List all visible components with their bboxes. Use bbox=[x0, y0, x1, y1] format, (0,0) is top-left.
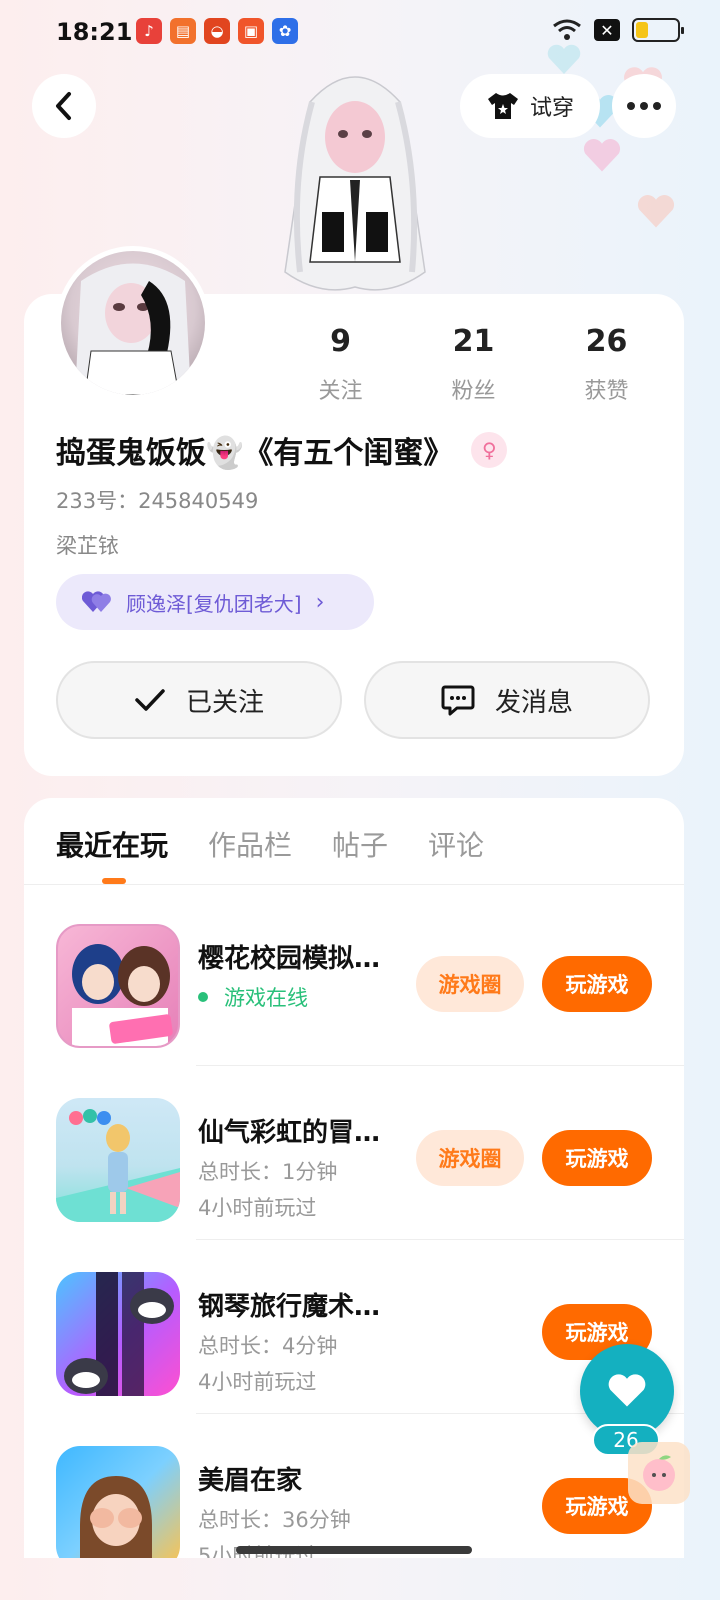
piano-music-game-icon bbox=[56, 1272, 180, 1396]
stat-value: 21 bbox=[452, 324, 495, 359]
tab-works[interactable]: 作品栏 bbox=[208, 824, 292, 864]
tshirt-icon bbox=[487, 93, 518, 119]
tab-divider bbox=[24, 884, 684, 885]
online-dot-icon bbox=[198, 992, 208, 1002]
more-options-button[interactable] bbox=[612, 74, 676, 138]
video-app-icon: ▣ bbox=[238, 18, 264, 44]
game-duration: 总时长：36分钟 bbox=[198, 1508, 351, 1532]
profile-stats: 9 关注 21 粉丝 26 获赞 bbox=[274, 324, 674, 405]
tab-posts[interactable]: 帖子 bbox=[332, 824, 388, 864]
stat-label: 获赞 bbox=[584, 379, 629, 404]
stat-label: 粉丝 bbox=[451, 379, 496, 404]
game-row[interactable]: 樱花校园模拟… 游戏在线 游戏圈 玩游戏 bbox=[24, 892, 684, 1066]
game-circle-button[interactable]: 游戏圈 bbox=[416, 956, 524, 1012]
game-duration: 总时长：4分钟 bbox=[198, 1334, 338, 1358]
game-title: 樱花校园模拟… bbox=[198, 944, 381, 974]
stat-following[interactable]: 9 关注 bbox=[274, 324, 407, 405]
stat-label: 关注 bbox=[318, 379, 363, 404]
double-heart-icon bbox=[82, 591, 111, 612]
online-status-label: 游戏在线 bbox=[224, 986, 308, 1010]
recent-games-card: 最近在玩 作品栏 帖子 评论 樱花校园模拟… 游戏在线 游戏圈 玩游戏 仙气彩虹… bbox=[24, 798, 684, 1558]
followed-button[interactable]: 已关注 bbox=[56, 661, 342, 739]
yes-no-game-icon bbox=[56, 1446, 180, 1558]
username: 捣蛋鬼饭饭👻《有五个闺蜜》 bbox=[56, 436, 454, 471]
user-id: 233号：245840549 bbox=[56, 489, 259, 513]
stat-followers[interactable]: 21 粉丝 bbox=[407, 324, 540, 405]
play-game-button[interactable]: 玩游戏 bbox=[542, 956, 652, 1012]
sim-off-icon: ✕ bbox=[594, 19, 620, 41]
game-last-played: 4小时前玩过 bbox=[198, 1196, 317, 1220]
peach-mascot-icon[interactable] bbox=[628, 1442, 690, 1504]
username-row: 捣蛋鬼饭饭👻《有五个闺蜜》 ♀ bbox=[56, 428, 508, 472]
dot-icon bbox=[640, 102, 648, 110]
chat-bubble-icon bbox=[441, 685, 475, 716]
profile-tabs: 最近在玩 作品栏 帖子 评论 bbox=[56, 824, 484, 864]
game-online-status: 游戏在线 bbox=[198, 982, 308, 1012]
send-message-button[interactable]: 发消息 bbox=[364, 661, 650, 739]
stat-value: 26 bbox=[585, 324, 628, 359]
home-indicator[interactable] bbox=[236, 1546, 472, 1554]
dot-icon bbox=[653, 102, 661, 110]
checkmark-icon bbox=[135, 689, 165, 711]
dot-icon bbox=[627, 102, 635, 110]
game-row[interactable]: 仙气彩虹的冒… 总时长：1分钟 4小时前玩过 游戏圈 玩游戏 bbox=[24, 1066, 684, 1240]
battery-icon bbox=[632, 18, 684, 42]
game-last-played: 4小时前玩过 bbox=[198, 1370, 317, 1394]
back-button[interactable] bbox=[32, 74, 96, 138]
wifi-icon bbox=[553, 19, 581, 40]
relation-badge[interactable]: 顾逸泽[复仇团老大] › bbox=[56, 574, 374, 630]
play-game-button[interactable]: 玩游戏 bbox=[542, 1130, 652, 1186]
status-app-icons: ♪ ▤ ◒ ▣ ✿ bbox=[136, 18, 298, 44]
send-message-label: 发消息 bbox=[494, 687, 573, 718]
try-on-button[interactable]: 试穿 bbox=[460, 74, 600, 138]
game-circle-button[interactable]: 游戏圈 bbox=[416, 1130, 524, 1186]
baidu-app-icon: ✿ bbox=[272, 18, 298, 44]
status-indicators: ✕ bbox=[552, 18, 684, 42]
rainbow-adventure-game-icon bbox=[56, 1098, 180, 1222]
followed-label: 已关注 bbox=[185, 687, 264, 718]
try-on-label: 试穿 bbox=[529, 96, 574, 121]
female-gender-icon: ♀ bbox=[471, 432, 508, 468]
game-duration: 总时长：1分钟 bbox=[198, 1160, 338, 1184]
food-app-icon: ◒ bbox=[204, 18, 230, 44]
tab-recently-played[interactable]: 最近在玩 bbox=[56, 824, 168, 864]
heart-icon bbox=[608, 1374, 646, 1407]
game-title: 钢琴旅行魔术音乐 bbox=[198, 1292, 398, 1322]
game-title: 仙气彩虹的冒… bbox=[198, 1118, 381, 1148]
heart-decoration-icon bbox=[583, 139, 621, 172]
game-title: 美眉在家 bbox=[198, 1466, 303, 1496]
profile-avatar[interactable] bbox=[56, 246, 210, 400]
chevron-right-icon: › bbox=[315, 589, 325, 615]
music-app-icon: ♪ bbox=[136, 18, 162, 44]
character-avatar-image bbox=[284, 76, 426, 291]
game-row[interactable]: 美眉在家 总时长：36分钟 5小时前玩过 玩游戏 bbox=[24, 1414, 684, 1558]
avatar-image bbox=[75, 263, 191, 395]
stat-likes[interactable]: 26 获赞 bbox=[540, 324, 673, 405]
stat-value: 9 bbox=[330, 324, 351, 359]
sakura-school-game-icon bbox=[56, 924, 180, 1048]
status-bar: 18:21 ♪ ▤ ◒ ▣ ✿ ✕ bbox=[0, 0, 720, 64]
user-bio: 梁芷铱 bbox=[56, 534, 119, 558]
tab-comments[interactable]: 评论 bbox=[428, 824, 484, 864]
reader-app-icon: ▤ bbox=[170, 18, 196, 44]
heart-decoration-icon bbox=[547, 44, 581, 74]
chevron-left-icon bbox=[56, 92, 71, 120]
status-time: 18:21 bbox=[56, 18, 133, 46]
relation-label: 顾逸泽[复仇团老大] bbox=[126, 591, 302, 616]
heart-decoration-icon bbox=[637, 195, 675, 228]
